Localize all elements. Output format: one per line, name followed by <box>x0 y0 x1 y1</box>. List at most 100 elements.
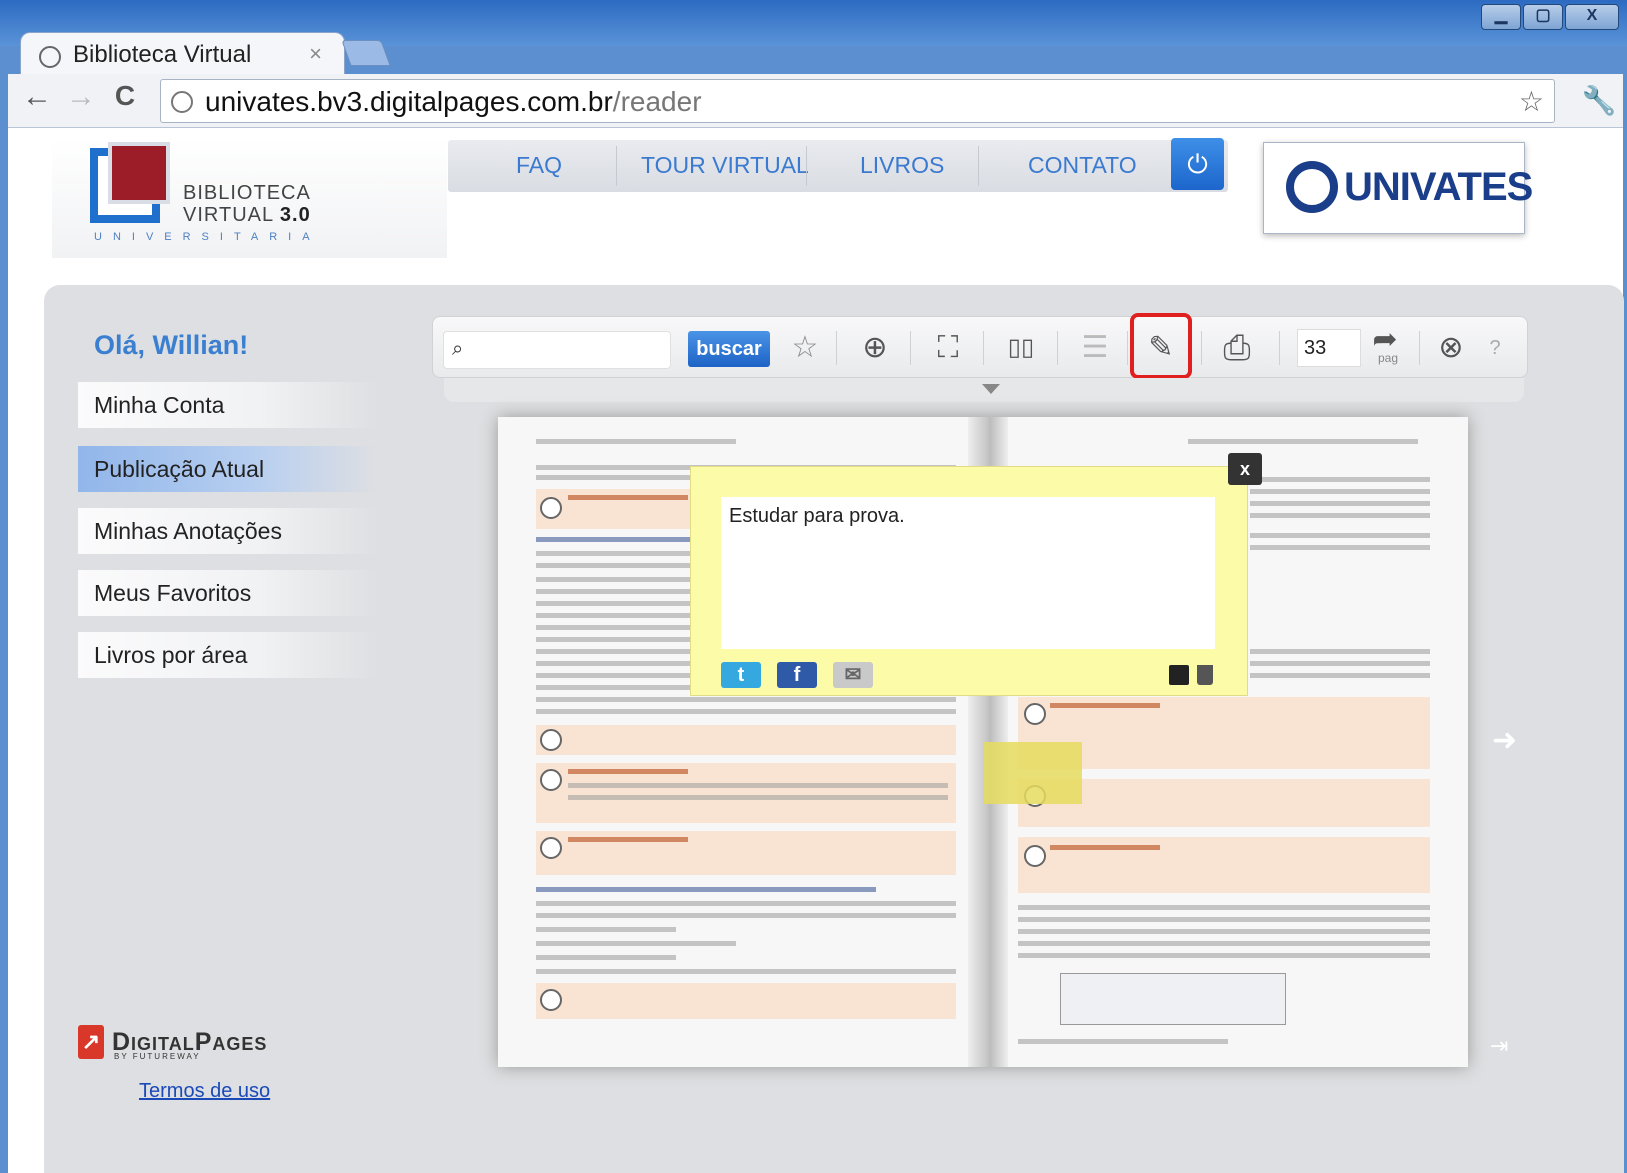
text-line <box>1250 513 1430 518</box>
page-header-line <box>1188 439 1418 444</box>
print-icon[interactable]: ⎙ <box>1215 327 1259 369</box>
menu-faq[interactable]: FAQ <box>516 152 562 179</box>
url-text[interactable]: univates.bv3.digitalpages.com.br/reader <box>205 86 702 118</box>
text-line <box>568 795 948 800</box>
search-input[interactable] <box>478 336 666 364</box>
logo-text-universitaria: UNIVERSITARIA <box>94 231 321 243</box>
tip-icon <box>540 769 562 791</box>
text-line <box>1018 905 1430 910</box>
save-note-icon[interactable] <box>1169 665 1189 685</box>
tip-heading <box>1050 845 1160 850</box>
text-line <box>536 709 956 714</box>
reader-toolbar: ⌕ buscar ☆ ⊕ ⛶ ▯▯ ☰ ✎ ⎙ 33 ➦ pag ⊗ ? <box>432 313 1528 379</box>
next-page-arrow-icon[interactable]: ➜ <box>1492 723 1517 758</box>
search-button[interactable]: buscar <box>688 331 770 367</box>
menu-contato[interactable]: CONTATO <box>1028 152 1137 179</box>
zoom-in-icon[interactable]: ⊕ <box>853 327 897 369</box>
minimize-button[interactable]: ▁ <box>1481 4 1521 30</box>
univates-text: UNIVATES <box>1344 165 1533 209</box>
index-icon[interactable]: ☰ <box>1073 327 1117 369</box>
text-line <box>1250 649 1430 654</box>
text-line <box>1018 929 1430 934</box>
wrench-icon[interactable]: 🔧 <box>1578 80 1620 122</box>
main-menu: FAQ TOUR VIRTUAL LIVROS CONTATO <box>448 140 1228 192</box>
code-line <box>536 955 676 960</box>
maximize-button[interactable]: ▢ <box>1523 4 1563 30</box>
note-textarea[interactable]: Estudar para prova. <box>721 497 1215 649</box>
tip-icon <box>540 837 562 859</box>
goto-page-label: pag <box>1378 351 1399 365</box>
reload-button[interactable]: C <box>108 80 142 112</box>
sidebar-item-minha-conta[interactable]: Minha Conta <box>78 382 378 428</box>
digitalpages-logo-icon: ↗ <box>78 1025 104 1059</box>
menu-divider <box>616 146 617 186</box>
page-header-line <box>536 439 736 444</box>
toolbar-divider <box>1279 331 1280 365</box>
last-page-arrow-icon[interactable]: ⇥ <box>1490 1033 1508 1059</box>
sidebar-item-livros-por-area[interactable]: Livros por área <box>78 632 378 678</box>
tip-box <box>536 983 956 1019</box>
tab-title: Biblioteca Virtual <box>73 41 252 68</box>
toolbar-divider <box>1127 331 1128 365</box>
address-bar[interactable]: univates.bv3.digitalpages.com.br/reader … <box>160 79 1555 123</box>
logo-text-version: 3.0 <box>279 204 311 226</box>
url-path: /reader <box>612 86 702 117</box>
page: BIBLIOTECA VIRTUAL 3.0 UNIVERSITARIA FAQ… <box>8 128 1624 1173</box>
menu-tour-virtual[interactable]: TOUR VIRTUAL <box>641 152 809 179</box>
menu-livros[interactable]: LIVROS <box>860 152 944 179</box>
email-share-icon[interactable]: ✉ <box>833 662 873 688</box>
favorite-star-icon[interactable]: ☆ <box>783 327 827 369</box>
greeting: Olá, Willian! <box>94 330 249 360</box>
logo-square-red <box>108 142 170 204</box>
search-icon: ⌕ <box>452 338 464 360</box>
page-number-input[interactable]: 33 <box>1297 329 1361 367</box>
menu-divider <box>978 146 979 186</box>
tab-close-button[interactable]: × <box>309 41 322 67</box>
help-icon[interactable]: ? <box>1473 327 1517 369</box>
text-line <box>1250 501 1430 506</box>
sidebar-item-publicacao-atual[interactable]: Publicação Atual <box>78 446 378 492</box>
text-line <box>1250 673 1430 678</box>
note-popup: Estudar para prova. x t f ✉ <box>690 453 1262 696</box>
logo-text-biblioteca: BIBLIOTECA <box>183 182 311 204</box>
power-icon[interactable]: ⏻ <box>1171 138 1224 190</box>
browser-tab[interactable]: Biblioteca Virtual × <box>20 32 345 76</box>
menu-divider <box>806 146 807 186</box>
text-line <box>536 697 956 702</box>
figure-screenshot <box>1060 973 1286 1025</box>
tip-heading <box>568 837 688 842</box>
sidebar-item-meus-favoritos[interactable]: Meus Favoritos <box>78 570 378 616</box>
text-line <box>1250 477 1430 482</box>
twitter-share-icon[interactable]: t <box>721 662 761 688</box>
tip-icon <box>540 729 562 751</box>
close-circle-icon[interactable]: ⊗ <box>1429 327 1473 369</box>
tip-icon <box>1024 703 1046 725</box>
univates-logo[interactable]: UNIVATES <box>1263 142 1533 234</box>
highlight-marker[interactable] <box>984 742 1082 804</box>
facebook-share-icon[interactable]: f <box>777 662 817 688</box>
tip-icon <box>540 497 562 519</box>
tip-heading <box>568 495 688 500</box>
browser-toolbar: ← → C univates.bv3.digitalpages.com.br/r… <box>8 74 1623 128</box>
window-close-button[interactable]: X <box>1565 4 1619 30</box>
sidebar-item-minhas-anotacoes[interactable]: Minhas Anotações <box>78 508 378 554</box>
tip-icon <box>1024 845 1046 867</box>
window-controls: ▁ ▢ X <box>1481 4 1619 30</box>
globe-icon <box>39 46 61 68</box>
chevron-down-icon[interactable] <box>982 384 1000 394</box>
back-button[interactable]: ← <box>20 80 54 114</box>
tip-box <box>536 725 956 755</box>
forward-button[interactable]: → <box>64 80 98 114</box>
toolbar-divider <box>1419 331 1420 365</box>
text-line <box>1250 489 1430 494</box>
toolbar-divider <box>1057 331 1058 365</box>
logo-text-virtual-word: VIRTUAL <box>183 204 280 226</box>
double-page-icon[interactable]: ▯▯ <box>999 327 1043 369</box>
toolbar-divider <box>983 331 984 365</box>
note-close-button[interactable]: x <box>1228 453 1262 485</box>
biblioteca-logo[interactable]: BIBLIOTECA VIRTUAL 3.0 UNIVERSITARIA <box>52 138 447 258</box>
delete-note-icon[interactable] <box>1197 665 1213 685</box>
terms-link[interactable]: Termos de uso <box>139 1080 270 1103</box>
bookmark-star-icon[interactable]: ☆ <box>1519 85 1544 118</box>
fullscreen-icon[interactable]: ⛶ <box>926 327 970 369</box>
